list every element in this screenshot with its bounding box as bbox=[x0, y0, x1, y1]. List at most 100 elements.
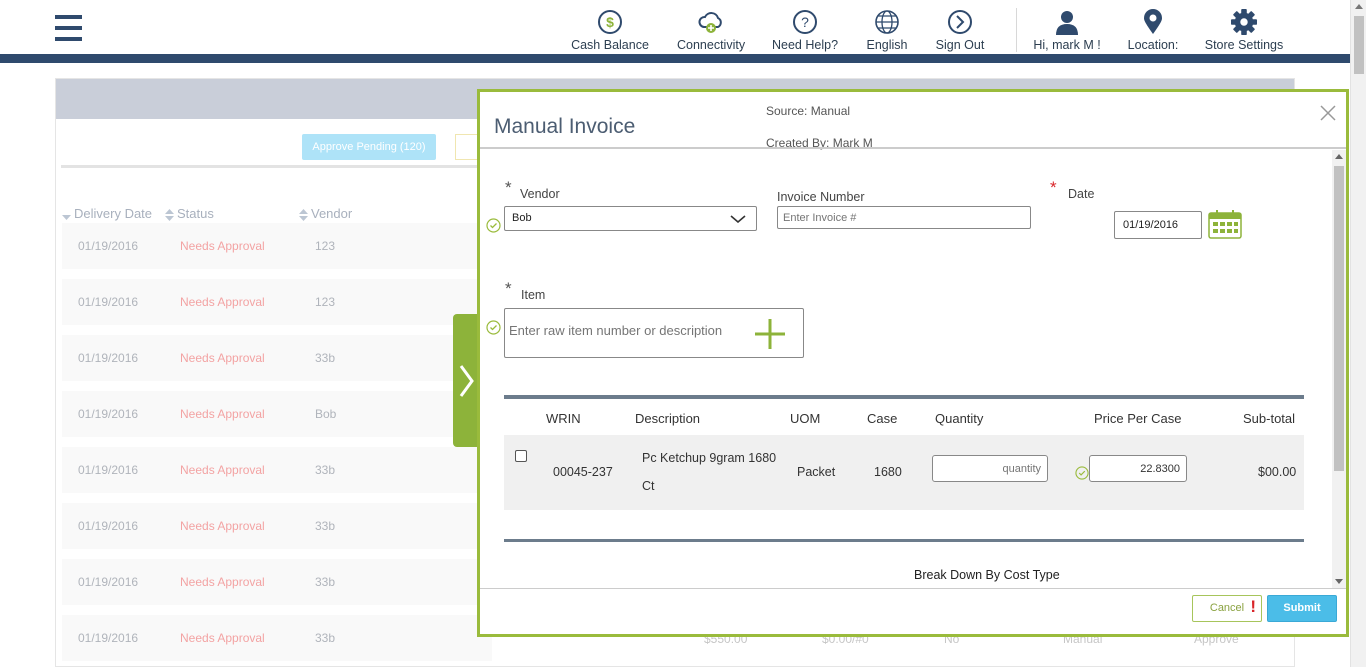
th-subtotal: Sub-total bbox=[1243, 411, 1296, 426]
nav-user[interactable]: Hi, mark M ! bbox=[1030, 9, 1104, 52]
globe-icon bbox=[875, 10, 899, 34]
table-row[interactable]: 01/19/2016 Needs Approval 33b bbox=[62, 615, 492, 661]
menu-icon[interactable] bbox=[55, 15, 82, 43]
location-pin-icon bbox=[1144, 9, 1162, 34]
cell-uom: Packet bbox=[797, 465, 836, 479]
table-row[interactable]: 01/19/2016 Needs Approval Bob bbox=[62, 391, 492, 437]
chevron-down-icon bbox=[730, 215, 746, 223]
cell-vendor: 33b bbox=[315, 575, 336, 589]
submit-button[interactable]: Submit bbox=[1267, 595, 1337, 622]
col-status[interactable]: Status bbox=[165, 206, 214, 221]
cell-vendor: 33b bbox=[315, 463, 336, 477]
cell-subtotal: $00.00 bbox=[1258, 465, 1297, 479]
table-row[interactable]: 01/19/2016 Needs Approval 123 bbox=[62, 279, 492, 325]
th-case: Case bbox=[867, 411, 898, 426]
vendor-value: Bob bbox=[512, 212, 532, 224]
close-icon[interactable] bbox=[1318, 103, 1338, 123]
cell-date: 01/19/2016 bbox=[78, 295, 139, 309]
nav-location[interactable]: Location: bbox=[1126, 9, 1180, 52]
cell-date: 01/19/2016 bbox=[78, 239, 139, 253]
cancel-button[interactable]: Cancel ! bbox=[1192, 595, 1262, 622]
nav-label: Need Help? bbox=[772, 38, 839, 52]
col-vendor[interactable]: Vendor bbox=[299, 206, 352, 221]
collapse-panel-tab[interactable] bbox=[453, 314, 480, 447]
table-row[interactable]: 01/19/2016 Needs Approval 33b bbox=[62, 559, 492, 605]
nav-divider bbox=[1016, 8, 1017, 52]
cell-vendor: 33b bbox=[315, 519, 336, 533]
table-row[interactable]: 01/19/2016 Needs Approval 33b bbox=[62, 503, 492, 549]
scroll-thumb[interactable] bbox=[1334, 166, 1344, 471]
nav-label: Cash Balance bbox=[571, 38, 649, 52]
nav-store-settings[interactable]: Store Settings bbox=[1204, 9, 1284, 52]
modal-title: Manual Invoice bbox=[494, 115, 636, 138]
table-row[interactable]: 01/19/2016 Needs Approval 33b bbox=[62, 447, 492, 493]
dollar-icon: $ bbox=[598, 10, 622, 34]
cell-date: 01/19/2016 bbox=[78, 407, 139, 421]
scroll-up-arrow-icon[interactable] bbox=[1355, 4, 1363, 9]
sort-icon bbox=[299, 208, 308, 221]
cell-vendor: 123 bbox=[315, 295, 336, 309]
cell-vendor: Bob bbox=[315, 407, 337, 421]
scroll-thumb[interactable] bbox=[1354, 16, 1364, 74]
vendor-select[interactable]: Bob bbox=[504, 206, 757, 231]
table-row: 00045-237 Pc Ketchup 9gram 1680 Ct Packe… bbox=[504, 435, 1304, 510]
th-uom: UOM bbox=[790, 411, 821, 426]
cell-status: Needs Approval bbox=[180, 631, 265, 645]
col-delivery-date[interactable]: Delivery Date bbox=[62, 206, 152, 221]
invoice-number-input[interactable] bbox=[777, 206, 1031, 229]
source-text: Source: Manual bbox=[766, 104, 851, 118]
modal-scrollbar[interactable] bbox=[1332, 150, 1346, 588]
quantity-input[interactable] bbox=[932, 455, 1048, 482]
check-circle-icon bbox=[486, 218, 501, 233]
required-marker: * bbox=[505, 279, 512, 298]
cell-date: 01/19/2016 bbox=[78, 351, 139, 365]
nav-label: Store Settings bbox=[1204, 38, 1284, 52]
add-icon[interactable] bbox=[753, 317, 787, 351]
cell-status: Needs Approval bbox=[180, 575, 265, 589]
scroll-down-arrow-icon[interactable] bbox=[1335, 579, 1343, 584]
manual-invoice-modal: Manual Invoice Source: Manual Created By… bbox=[477, 89, 1349, 637]
page-scrollbar[interactable] bbox=[1350, 0, 1366, 667]
calendar-icon[interactable] bbox=[1208, 209, 1242, 239]
nav-label: Location: bbox=[1127, 38, 1179, 52]
scroll-up-arrow-icon[interactable] bbox=[1335, 154, 1343, 159]
breakdown-heading: Break Down By Cost Type bbox=[914, 568, 1060, 582]
nav-english[interactable]: English bbox=[864, 9, 910, 52]
price-per-case-input[interactable] bbox=[1089, 455, 1187, 482]
table-top-rule bbox=[504, 395, 1304, 399]
nav-connectivity[interactable]: Connectivity bbox=[677, 9, 745, 52]
th-description: Description bbox=[635, 411, 701, 426]
nav-sign-out[interactable]: Sign Out bbox=[935, 9, 985, 52]
cell-vendor: 33b bbox=[315, 631, 336, 645]
cell-description-line2: Ct bbox=[642, 479, 655, 493]
item-label: Item bbox=[521, 288, 546, 302]
cell-date: 01/19/2016 bbox=[78, 519, 139, 533]
table-row[interactable]: 01/19/2016 Needs Approval 33b bbox=[62, 335, 492, 381]
cell-date: 01/19/2016 bbox=[78, 631, 139, 645]
approve-pending-button[interactable]: Approve Pending (120) bbox=[302, 134, 436, 160]
table-row[interactable]: 01/19/2016 Needs Approval 123 bbox=[62, 223, 492, 269]
nav-need-help[interactable]: ? Need Help? bbox=[772, 9, 838, 52]
modal-body: * Vendor Bob Invoice Number * Date * Ite… bbox=[480, 150, 1332, 588]
required-marker: * bbox=[1050, 178, 1057, 197]
nav-label: English bbox=[866, 38, 908, 52]
divider bbox=[480, 147, 1346, 149]
sort-icon bbox=[62, 214, 71, 220]
th-wrin: WRIN bbox=[546, 411, 581, 426]
nav-cash-balance[interactable]: $ Cash Balance bbox=[571, 9, 649, 52]
cell-vendor: 33b bbox=[315, 351, 336, 365]
alert-icon: ! bbox=[1250, 597, 1256, 616]
date-input[interactable] bbox=[1114, 211, 1202, 239]
item-search-input[interactable] bbox=[509, 323, 749, 338]
cell-status: Needs Approval bbox=[180, 239, 265, 253]
cell-status: Needs Approval bbox=[180, 351, 265, 365]
row-checkbox[interactable] bbox=[515, 450, 527, 462]
cell-description-line1: Pc Ketchup 9gram 1680 bbox=[642, 451, 777, 465]
required-marker: * bbox=[505, 178, 512, 197]
nav-label: Sign Out bbox=[935, 38, 985, 52]
chevron-circle-icon bbox=[948, 10, 972, 34]
col-label: Vendor bbox=[311, 206, 353, 221]
svg-text:?: ? bbox=[801, 14, 809, 30]
top-header: $ Cash Balance Connectivity ? Need Help?… bbox=[0, 0, 1350, 56]
divider bbox=[61, 165, 491, 168]
